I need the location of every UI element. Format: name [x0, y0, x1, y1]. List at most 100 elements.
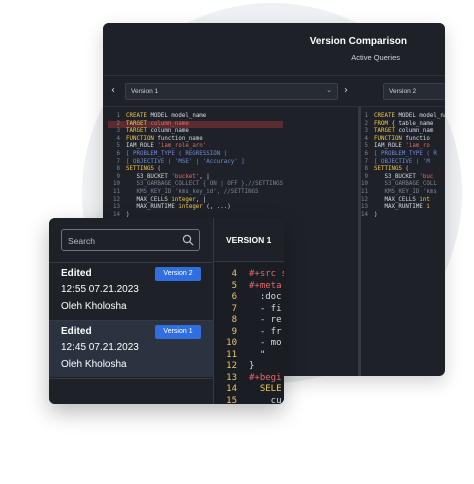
- code-line: 5 IAM_ROLE 'iam_ro: [356, 143, 445, 151]
- line-number: 5: [364, 143, 369, 150]
- code-line: 14): [356, 212, 445, 220]
- code-line: 13 MAX_RUNTIME integer (, ...): [108, 204, 283, 212]
- code-text: FUNCTION function_name: [126, 135, 203, 142]
- item-author: Oleh Kholosha: [61, 359, 127, 370]
- line-number: 2: [364, 120, 369, 127]
- code-line: 10 S3_GARBAGE_COLL: [356, 181, 445, 189]
- code-line: 8 - re: [214, 315, 284, 327]
- line-number: 7: [231, 303, 237, 314]
- code-line: 5 #+meta: [214, 281, 284, 293]
- line-number: 7: [116, 158, 121, 165]
- code-text: S3_GARBAGE_COLL: [384, 181, 437, 188]
- left-version-select-value: Version 1: [131, 88, 159, 95]
- code-line: 12 MAX_CELLS integer, |: [108, 197, 283, 205]
- comparison-header: Version Comparison Active Queries: [103, 23, 445, 75]
- line-number: 1: [116, 113, 121, 119]
- version-badge: Version 2: [155, 267, 201, 281]
- line-number: 3: [116, 128, 121, 135]
- line-number: 6: [116, 150, 121, 157]
- code-text: #+begi: [249, 372, 282, 383]
- code-line: 8 SETTINGS (: [356, 166, 445, 174]
- version-history-item[interactable]: Edited Version 2 12:55 07.21.2023 Oleh K…: [49, 263, 213, 319]
- code-line: 11 KMS_KEY_ID 'kms: [356, 189, 445, 197]
- code-text: MAX_CELLS int: [374, 196, 430, 203]
- line-number: 14: [361, 211, 368, 218]
- search-placeholder: Search: [68, 236, 95, 246]
- code-line: 1 CREATE MODEL model_name: [356, 113, 446, 121]
- comparison-toolbar: ‹ Version 1 ⌄ › Version 2: [103, 75, 445, 107]
- code-line: 13 #+begi: [214, 373, 284, 385]
- left-version-select[interactable]: Version 1 ⌄: [125, 83, 338, 100]
- line-number: 6: [364, 150, 369, 157]
- code-text: S3_BUCKET 'buc: [374, 173, 434, 180]
- code-text: MAX_RUNTIME integer (, ...): [126, 204, 231, 211]
- search-input[interactable]: Search: [61, 229, 200, 251]
- chevron-down-icon: ⌄: [326, 86, 332, 94]
- code-text: ): [126, 211, 130, 218]
- line-number: 1: [364, 113, 369, 119]
- code-preview-header: VERSION 1: [214, 218, 284, 262]
- line-number: 8: [364, 166, 369, 173]
- item-status: Edited: [61, 268, 92, 279]
- code-text: CREATE MODEL model_name: [126, 113, 207, 119]
- line-number: 4: [231, 269, 237, 279]
- version-history-item-selected[interactable]: Edited Version 1 12:45 07.21.2023 Oleh K…: [49, 321, 213, 377]
- line-number: 9: [116, 173, 121, 180]
- search-icon: [182, 234, 194, 246]
- code-text: - mo: [249, 338, 282, 348]
- code-text: cu: [249, 395, 282, 405]
- code-preview-body[interactable]: 4 #+src s 5 #+meta 6 :doc 7 - fi 8 - re 9 - fr 1…: [214, 269, 284, 404]
- item-status: Edited: [61, 326, 92, 337]
- code-text: - re: [249, 315, 282, 325]
- next-version-arrow-icon[interactable]: ›: [344, 85, 348, 96]
- line-number: 9: [364, 173, 369, 180]
- code-line: 12 MAX_CELLS int: [356, 197, 445, 205]
- code-text: CREATE MODEL model_name: [374, 113, 445, 119]
- code-line: 7 [ OBJECTIVE ( 'MSE' | 'Accuracy' ]: [108, 159, 283, 167]
- code-text: #+src s: [249, 269, 284, 279]
- prev-version-arrow-icon[interactable]: ‹: [111, 85, 115, 96]
- code-line: 6 :doc: [214, 292, 284, 304]
- code-line: 1 CREATE MODEL model_name: [108, 113, 283, 121]
- left-code-editor[interactable]: 1 CREATE MODEL model_name 2 TARGET column_n…: [108, 113, 284, 219]
- code-text: TARGET column_name: [126, 128, 189, 135]
- code-line: 9 S3_BUCKET 'bucket', |: [108, 174, 283, 182]
- code-text: TARGET column_nam: [374, 128, 434, 135]
- right-version-select-value: Version 2: [389, 88, 417, 95]
- line-number: 10: [113, 181, 120, 188]
- code-line: 3 TARGET column_name: [108, 128, 283, 136]
- code-line: 5 IAM_ROLE 'iam_role_arn': [108, 143, 283, 151]
- code-text: ): [374, 211, 378, 218]
- code-line: 6 [ PROBLEM_TYPE ( R: [356, 151, 445, 159]
- code-line: 2 TARGET column_name: [108, 120, 284, 129]
- code-text: #+meta: [249, 280, 282, 291]
- code-text: - fi: [249, 303, 282, 314]
- code-text: IAM_ROLE 'iam_role_arn': [126, 143, 207, 150]
- version-history-list: Search Edited Version 2 12:55 07.21.2023…: [49, 218, 213, 404]
- item-author: Oleh Kholosha: [61, 301, 127, 312]
- version-code-preview: VERSION 1 4 #+src s 5 #+meta 6 :doc 7 - fi 8 -…: [214, 218, 284, 404]
- code-text: [ OBJECTIVE ( 'MSE' | 'Accuracy' ]: [126, 158, 245, 165]
- code-line: 7 - fi: [214, 304, 284, 316]
- divider: [49, 378, 213, 379]
- code-line: 2 FROM { table_name: [356, 121, 445, 129]
- code-text: [ PROBLEM_TYPE ( REGRESSION ): [126, 150, 228, 157]
- code-line: 4 #+src s: [214, 269, 284, 281]
- code-text: [ OBJECTIVE ( 'M: [374, 158, 430, 165]
- code-text: TARGET column_name: [126, 120, 189, 127]
- code-line: 7 [ OBJECTIVE ( 'M: [356, 159, 445, 167]
- code-text: KMS_KEY_ID 'kms_key_id', //SETTINGS: [136, 188, 259, 195]
- right-version-select[interactable]: Version 2: [383, 83, 445, 100]
- code-text: S3_BUCKET 'bucket', |: [126, 173, 210, 180]
- code-line: 11 KMS_KEY_ID 'kms_key_id', //SETTINGS: [108, 189, 283, 197]
- code-line: 9 S3_BUCKET 'buc: [356, 174, 445, 182]
- comparison-title: Version Comparison: [309, 36, 407, 47]
- code-text: SETTINGS (: [126, 166, 161, 173]
- code-text: IAM_ROLE 'iam_ro: [374, 143, 430, 150]
- right-code-editor[interactable]: 1 CREATE MODEL model_name 2 FROM { table_na…: [356, 113, 445, 219]
- item-date: 12:55 07.21.2023: [61, 284, 139, 295]
- code-text: :doc: [249, 292, 282, 302]
- code-text: ": [249, 349, 266, 360]
- code-line: 6 [ PROBLEM_TYPE ( REGRESSION ): [108, 151, 283, 159]
- line-number: 14: [226, 384, 237, 394]
